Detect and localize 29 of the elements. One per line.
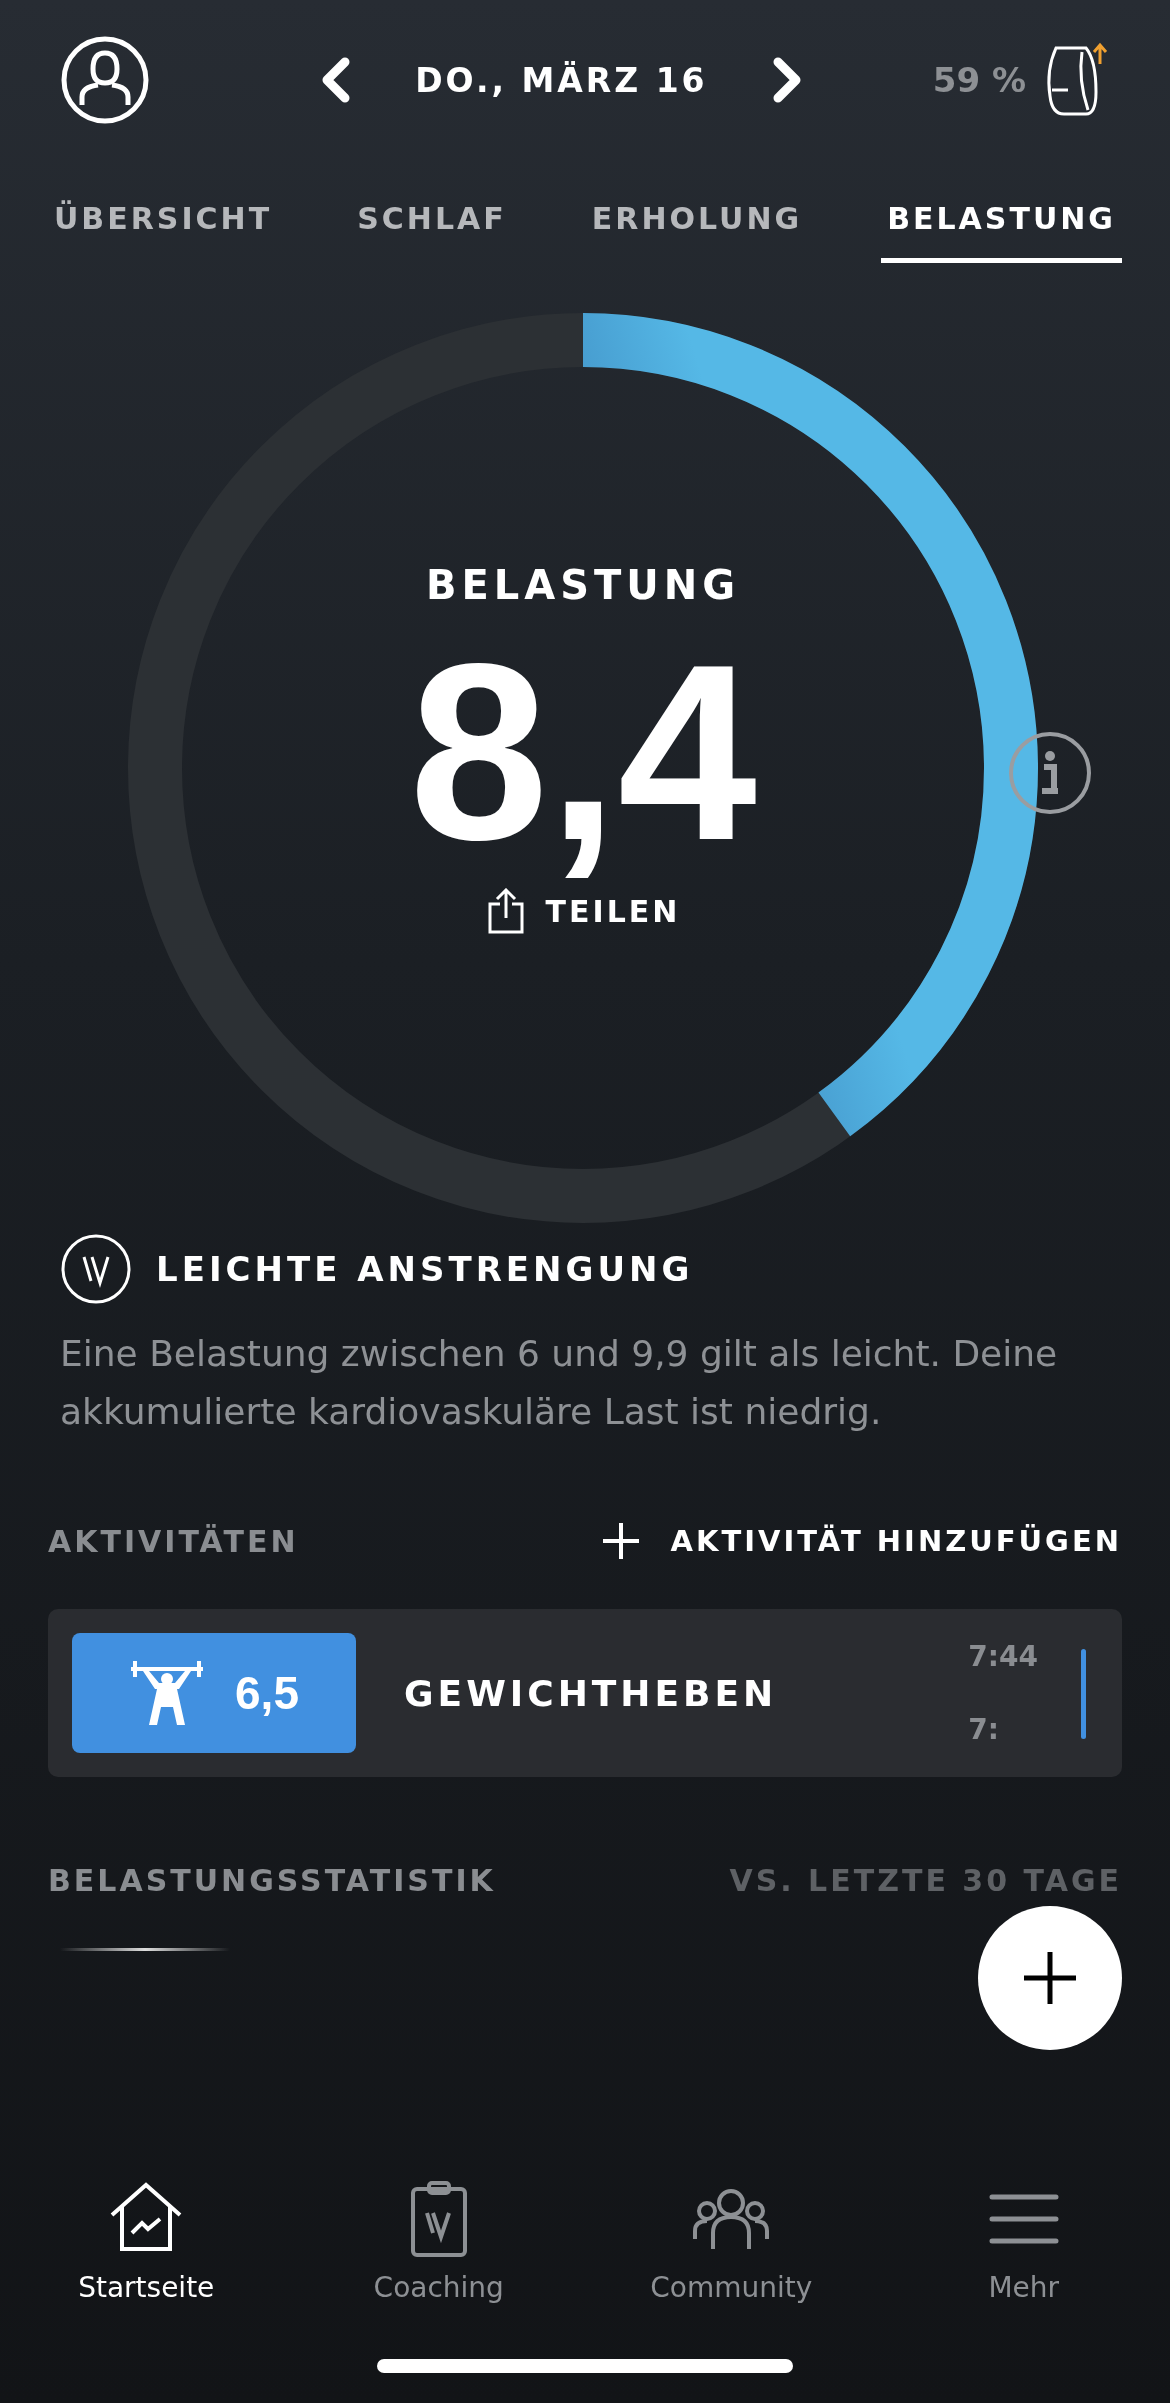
strain-level-title: LEICHTE ANSTRENGUNG (156, 1249, 694, 1289)
tab[interactable]: ÜBERSICHT (48, 200, 279, 263)
activity-name: GEWICHTHEBEN (404, 1672, 779, 1714)
date-label: DO., MÄRZ 16 (415, 60, 708, 100)
nav-item[interactable]: Mehr (903, 2179, 1144, 2359)
plus-icon (600, 1521, 641, 1561)
activity-score: 6,5 (235, 1666, 299, 1720)
section-title: BELASTUNGSSTATISTIK (48, 1863, 496, 1898)
nav-item[interactable]: Coaching (318, 2179, 559, 2359)
battery-percentage: 59 % (932, 60, 1026, 100)
activity-card[interactable]: 6,5 GEWICHTHEBEN 7:44 7: (48, 1609, 1122, 1777)
nav-item[interactable]: Community (611, 2179, 852, 2359)
start-time: 7:44 (968, 1640, 1038, 1673)
plus-icon (1022, 1950, 1078, 2006)
logo-icon (60, 1233, 132, 1305)
tab[interactable]: SCHLAF (351, 200, 513, 263)
info-icon[interactable] (1008, 731, 1092, 815)
share-button[interactable]: TEILEN (485, 888, 681, 934)
end-time: 7: (968, 1713, 1001, 1746)
add-activity-button[interactable]: AKTIVITÄT HINZUFÜGEN (600, 1521, 1122, 1561)
tab[interactable]: ERHOLUNG (585, 200, 809, 263)
tab[interactable]: BELASTUNG (881, 200, 1122, 263)
comparison-label: VS. LETZTE 30 TAGE (729, 1863, 1122, 1898)
strain-description: Eine Belastung zwischen 6 und 9,9 gilt als leicht. Deine akkumulierte kardiovaskuläre Last ist niedrig. (60, 1332, 1059, 1434)
nav-item[interactable]: Startseite (26, 2179, 267, 2359)
profile-icon[interactable] (60, 35, 150, 125)
gauge-title: BELASTUNG (425, 562, 741, 608)
section-title: AKTIVITÄTEN (48, 1523, 299, 1559)
strain-value: 8,4 (409, 628, 757, 878)
